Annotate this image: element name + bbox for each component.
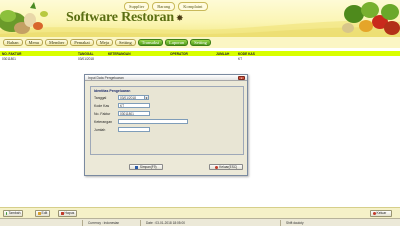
tanggal-input[interactable]: 03/01/2018 [118,95,145,100]
input-pengeluaran-dialog: Input Data Pengeluaran x Identitas Penge… [84,74,248,176]
status-date: Date : 03-01-2018 18:05:00 [146,221,185,225]
app-title: Software Restoran [66,10,174,25]
status-separator [82,220,83,226]
save-button-label: Simpan(F9) [139,165,157,169]
save-button[interactable]: Simpan(F9) [129,164,163,170]
bottom-toolbar: Tambah Edit Hapus Keluar [0,207,400,218]
delete-button-label: Hapus [64,211,75,216]
field-row-keterangan: Keterangan [94,119,188,124]
menu-meja[interactable]: Meja [95,38,113,47]
jumlah-label: Jumlah [94,127,106,132]
jumlah-input[interactable] [118,127,150,132]
col-no-faktur[interactable]: NO. FAKTUR [2,52,21,56]
field-row-no-faktur: No. Faktur 03011801 [94,111,150,116]
cell-kode-kas: KT [238,56,243,61]
menu-member[interactable]: Member [45,38,69,47]
add-button-label: Tambah [8,211,21,216]
status-separator [140,220,141,226]
utensils-icon: ✸ [176,13,184,23]
status-shift: Shift dauloty [286,221,304,225]
field-row-tanggal: Tanggal 03/01/2018 ▾ [94,95,149,100]
col-keterangan[interactable]: KETERANGAN [108,52,131,56]
menu-bahan[interactable]: Bahan [3,38,23,47]
app-header: Supplier Barang Komplaint Software Resto… [0,0,400,37]
no-faktur-input[interactable]: 03011801 [118,111,150,116]
vegetables-right-image [342,2,400,35]
table-row[interactable]: 03011801 03/01/2018 KT [0,57,400,62]
edit-icon [37,211,41,215]
exit-icon [372,211,376,215]
col-tanggal[interactable]: TANGGAL [78,52,94,56]
keterangan-input[interactable] [118,119,188,124]
delete-button[interactable]: Hapus [58,210,77,217]
edit-button-label: Edit [41,211,48,216]
delete-icon [60,211,64,215]
keterangan-label: Keterangan [94,119,113,124]
group-title: Identitas Pengeluaran [94,89,131,93]
exit-button[interactable]: Keluar [370,210,392,217]
calendar-dropdown-icon[interactable]: ▾ [145,95,149,100]
no-faktur-label: No. Faktur [94,111,111,116]
cancel-button-label: Keluar(ESC) [219,165,238,169]
cell-tanggal: 03/01/2018 [78,56,94,61]
kode-kas-input[interactable]: KT [118,103,150,108]
vegetables-left-image [0,2,48,34]
status-separator [280,220,281,226]
dialog-titlebar[interactable]: Input Data Pengeluaran x [85,75,247,81]
kode-kas-label: Kode Kas [94,103,110,108]
exit-icon [214,165,218,169]
status-bar: Currency : Indonesian Date : 03-01-2018 … [0,218,400,226]
col-operator[interactable]: OPERATOR [170,52,188,56]
save-icon [135,165,139,169]
menu-menu[interactable]: Menu [24,38,43,47]
dialog-title: Input Data Pengeluaran [88,75,124,80]
menu-setting[interactable]: Setting [115,38,136,47]
close-icon[interactable]: x [238,76,245,80]
dialog-footer: Simpan(F9) Keluar(ESC) [85,158,247,175]
menu-laporan[interactable]: Laporan [165,38,189,47]
table-header: NO. FAKTUR TANGGAL KETERANGAN OPERATOR J… [0,51,400,56]
edit-button[interactable]: Edit [35,210,50,217]
menu-pemakai[interactable]: Pemakai [70,38,94,47]
cancel-button[interactable]: Keluar(ESC) [209,164,243,170]
col-jumlah[interactable]: JUMLAH [216,52,229,56]
status-currency: Currency : Indonesian [88,221,120,225]
add-icon [5,211,8,215]
add-button[interactable]: Tambah [3,210,23,217]
field-row-kode-kas: Kode Kas KT [94,103,150,108]
menu-transaksi[interactable]: Transaksi [137,38,164,47]
col-kode-kas[interactable]: KODE KAS [238,52,255,56]
exit-button-label: Keluar [376,211,387,216]
field-row-jumlah: Jumlah [94,127,150,132]
main-menu: Bahan Menu Member Pemakai Meja Setting T… [0,37,400,48]
identitas-group: Identitas Pengeluaran Tanggal 03/01/2018… [90,86,244,155]
cell-no-faktur: 03011801 [2,56,16,61]
top-link-komplaint[interactable]: Komplaint [178,2,208,11]
tanggal-label: Tanggal [94,95,107,100]
menu-setting-2[interactable]: Setting [190,38,211,47]
